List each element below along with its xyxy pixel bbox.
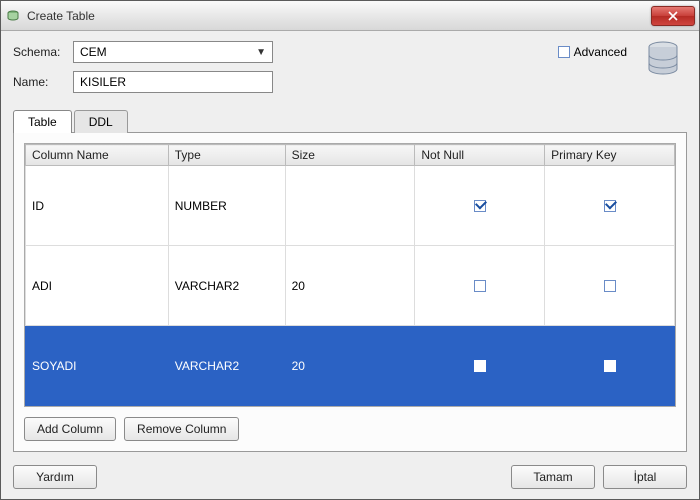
cell-name[interactable]: ID <box>26 166 169 246</box>
cell-name[interactable]: SOYADI <box>26 326 169 406</box>
chevron-down-icon: ▼ <box>256 47 266 58</box>
cell-type[interactable]: VARCHAR2 <box>168 326 285 406</box>
cell-notnull[interactable] <box>415 166 545 246</box>
database-icon <box>643 39 683 79</box>
col-header-notnull[interactable]: Not Null <box>415 145 545 166</box>
advanced-checkbox[interactable] <box>558 46 570 58</box>
pk-checkbox[interactable] <box>604 200 616 212</box>
cell-pk[interactable] <box>545 326 675 406</box>
column-buttons: Add Column Remove Column <box>24 417 676 441</box>
dialog-window: Create Table Schema: CEM ▼ Name: Advance… <box>0 0 700 500</box>
dialog-body: Schema: CEM ▼ Name: Advanced Table DDL <box>1 31 699 499</box>
cell-name[interactable]: ADI <box>26 246 169 326</box>
cell-pk[interactable] <box>545 166 675 246</box>
tabpanel-table: Column Name Type Size Not Null Primary K… <box>13 132 687 452</box>
add-column-button[interactable]: Add Column <box>24 417 116 441</box>
pk-checkbox[interactable] <box>604 280 616 292</box>
name-row: Name: <box>13 71 687 93</box>
col-header-size[interactable]: Size <box>285 145 415 166</box>
tabstrip: Table DDL <box>13 109 687 132</box>
window-title: Create Table <box>27 9 651 23</box>
col-header-name[interactable]: Column Name <box>26 145 169 166</box>
cell-size[interactable]: 20 <box>285 246 415 326</box>
cell-type[interactable]: NUMBER <box>168 166 285 246</box>
titlebar: Create Table <box>1 1 699 31</box>
dialog-footer: Yardım Tamam İptal <box>13 465 687 489</box>
advanced-group: Advanced <box>558 45 627 59</box>
ok-button[interactable]: Tamam <box>511 465 595 489</box>
columns-table: Column Name Type Size Not Null Primary K… <box>25 144 675 406</box>
tab-table[interactable]: Table <box>13 110 72 133</box>
col-header-type[interactable]: Type <box>168 145 285 166</box>
cell-type[interactable]: VARCHAR2 <box>168 246 285 326</box>
tab-ddl[interactable]: DDL <box>74 110 128 133</box>
close-button[interactable] <box>651 6 695 26</box>
cell-size[interactable]: 20 <box>285 326 415 406</box>
table-row[interactable]: ADIVARCHAR220 <box>26 246 675 326</box>
app-icon <box>5 8 21 24</box>
col-header-pk[interactable]: Primary Key <box>545 145 675 166</box>
table-row[interactable]: IDNUMBER <box>26 166 675 246</box>
pk-checkbox[interactable] <box>604 360 616 372</box>
name-input[interactable] <box>73 71 273 93</box>
advanced-label: Advanced <box>574 45 627 59</box>
columns-table-area: Column Name Type Size Not Null Primary K… <box>24 143 676 407</box>
remove-column-button[interactable]: Remove Column <box>124 417 239 441</box>
name-label: Name: <box>13 75 73 89</box>
help-button[interactable]: Yardım <box>13 465 97 489</box>
cancel-button[interactable]: İptal <box>603 465 687 489</box>
schema-combobox[interactable]: CEM ▼ <box>73 41 273 63</box>
notnull-checkbox[interactable] <box>474 280 486 292</box>
notnull-checkbox[interactable] <box>474 200 486 212</box>
cell-pk[interactable] <box>545 246 675 326</box>
schema-combobox-value: CEM <box>80 45 107 59</box>
schema-label: Schema: <box>13 45 73 59</box>
cell-notnull[interactable] <box>415 246 545 326</box>
notnull-checkbox[interactable] <box>474 360 486 372</box>
cell-size[interactable] <box>285 166 415 246</box>
table-row[interactable]: SOYADIVARCHAR220 <box>26 326 675 406</box>
cell-notnull[interactable] <box>415 326 545 406</box>
